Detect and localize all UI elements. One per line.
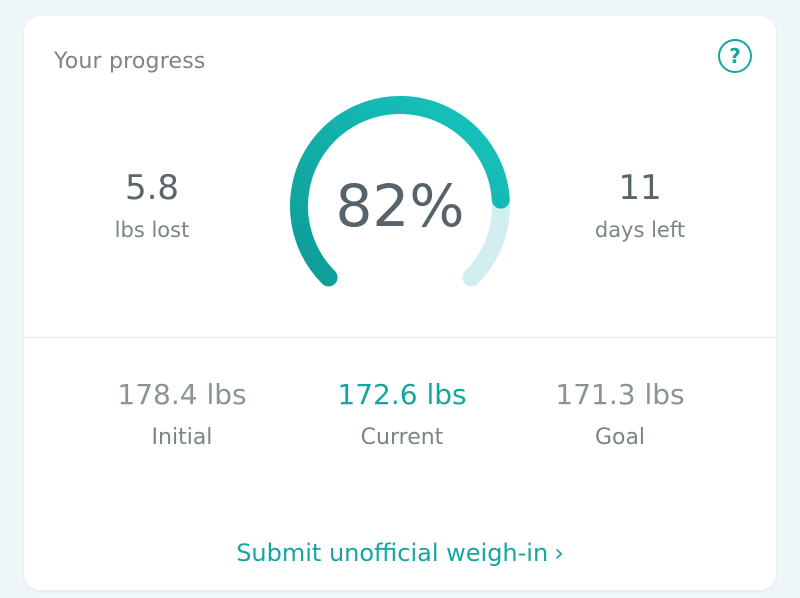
goal-weight-label: Goal (594, 425, 646, 450)
submit-weigh-in-link[interactable]: Submit unofficial weigh-in › (24, 539, 776, 567)
chevron-right-icon: › (554, 539, 564, 567)
help-glyph: ? (729, 44, 741, 68)
lbs-lost-value: 5.8 (124, 168, 180, 208)
lbs-lost-label: lbs lost (114, 218, 190, 242)
initial-weight: 178.4 lbs Initial (82, 378, 282, 450)
current-weight-value: 172.6 lbs (337, 378, 467, 411)
help-icon[interactable]: ? (718, 39, 752, 73)
current-weight: 172.6 lbs Current (302, 378, 502, 450)
days-left-label: days left (594, 218, 686, 242)
current-weight-label: Current (360, 425, 444, 450)
section-divider (24, 337, 776, 338)
days-left-value: 11 (618, 168, 662, 208)
goal-weight-value: 171.3 lbs (555, 378, 685, 411)
submit-weigh-in-label: Submit unofficial weigh-in (236, 539, 549, 567)
lbs-lost-stat: 5.8 lbs lost (72, 168, 232, 242)
days-left-stat: 11 days left (560, 168, 720, 242)
progress-gauge: 82% (288, 94, 512, 318)
initial-weight-value: 178.4 lbs (117, 378, 247, 411)
progress-card: Your progress ? 5.8 lbs lost 82% 11 days… (24, 16, 776, 590)
initial-weight-label: Initial (151, 425, 213, 450)
progress-percent: 82% (335, 172, 465, 240)
card-title: Your progress (54, 49, 206, 74)
goal-weight: 171.3 lbs Goal (520, 378, 720, 450)
